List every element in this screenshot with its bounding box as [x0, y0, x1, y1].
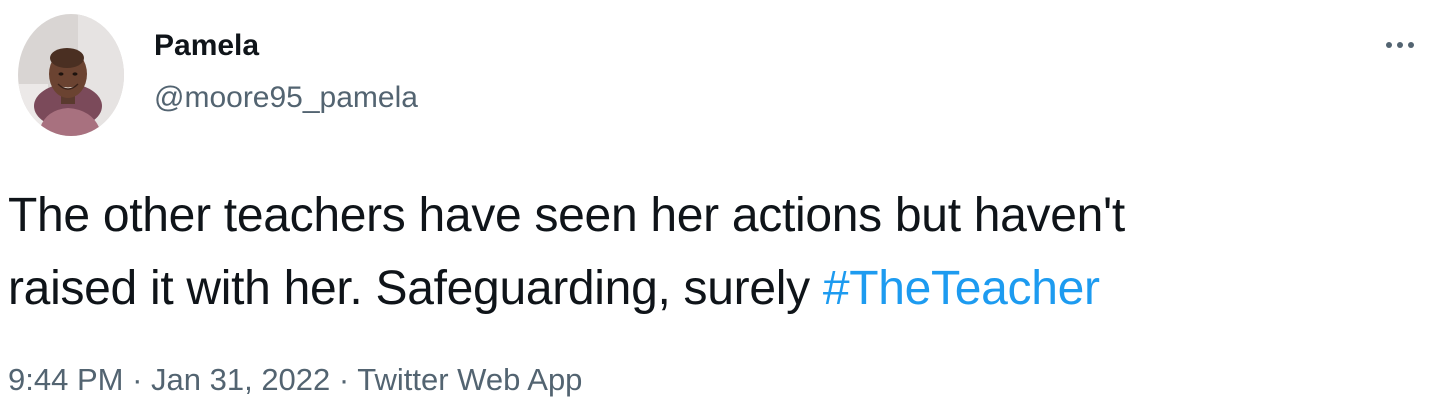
tweet-card: Pamela @moore95_pamela The other teacher… — [0, 0, 1440, 413]
more-dot — [1397, 42, 1403, 48]
meta-separator: · — [123, 362, 152, 397]
hashtag-link[interactable]: #TheTeacher — [823, 262, 1100, 315]
more-options-icon[interactable] — [1378, 30, 1422, 60]
more-dot — [1408, 42, 1414, 48]
profile-photo-icon — [18, 14, 124, 136]
author-display-name[interactable]: Pamela — [154, 28, 259, 64]
avatar[interactable] — [18, 14, 124, 136]
tweet-meta: 9:44 PM · Jan 31, 2022 · Twitter Web App — [8, 360, 582, 400]
tweet-source[interactable]: Twitter Web App — [357, 362, 582, 397]
tweet-date[interactable]: Jan 31, 2022 — [151, 362, 330, 397]
tweet-time[interactable]: 9:44 PM — [8, 362, 123, 397]
more-dot — [1386, 42, 1392, 48]
author-handle[interactable]: @moore95_pamela — [154, 80, 418, 116]
meta-separator: · — [330, 362, 358, 397]
tweet-text-line-2: raised it with her. Safeguarding, surely — [8, 262, 823, 315]
tweet-text: The other teachers have seen her actions… — [8, 179, 1428, 325]
tweet-text-line-1: The other teachers have seen her actions… — [8, 189, 1125, 242]
